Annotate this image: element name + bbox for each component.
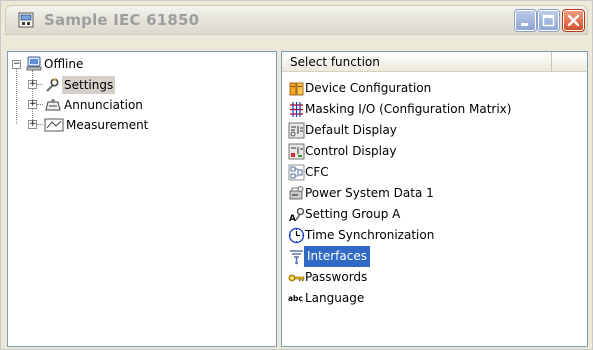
power-system-icon <box>288 185 305 202</box>
expand-toggle[interactable]: + <box>28 100 37 109</box>
expand-toggle[interactable]: + <box>28 80 37 89</box>
navigation-tree[interactable]: − Offline + Settings + Annunciation + Me… <box>7 51 277 347</box>
column-header-select-function[interactable]: Select function <box>282 52 552 72</box>
tree-item-label: Measurement <box>66 118 149 132</box>
close-icon <box>567 14 580 27</box>
setting-group-icon: A <box>288 206 305 224</box>
list-item-masking-io[interactable]: Masking I/O (Configuration Matrix) <box>282 99 582 120</box>
app-icon[interactable] <box>18 12 34 28</box>
list-item-label: Power System Data 1 <box>305 186 434 200</box>
tree-item-annunciation[interactable]: + Annunciation <box>28 96 268 114</box>
computer-icon <box>26 56 42 72</box>
tree-item-label: Offline <box>44 57 84 71</box>
minimize-button[interactable] <box>514 9 537 32</box>
list-item-language[interactable]: abc Language <box>282 288 582 309</box>
list-item-power-system-data-1[interactable]: Power System Data 1 <box>282 183 582 204</box>
list-item-label: Setting Group A <box>305 207 401 221</box>
function-list[interactable]: Select function Device Configuration Mas… <box>281 51 588 347</box>
interfaces-icon <box>288 248 305 265</box>
control-display-icon <box>288 143 305 160</box>
tree-item-label: Annunciation <box>64 98 143 112</box>
measurement-icon <box>44 117 64 133</box>
app-window: Sample IEC 61850 − Offline + Settings + … <box>0 0 593 350</box>
svg-text:A: A <box>289 214 296 223</box>
clock-icon <box>288 227 305 244</box>
expand-toggle[interactable]: + <box>28 120 37 129</box>
list-item-label: Interfaces <box>304 246 370 267</box>
collapse-toggle[interactable]: − <box>12 60 21 69</box>
tree-connector <box>16 66 17 124</box>
title-bar[interactable]: Sample IEC 61850 <box>5 5 588 35</box>
matrix-icon <box>288 101 305 118</box>
default-display-icon <box>288 122 305 139</box>
language-icon: abc <box>288 290 305 307</box>
list-item-label: Default Display <box>305 123 397 137</box>
minimize-icon <box>521 23 528 26</box>
list-item-label: CFC <box>305 165 329 179</box>
list-item-label: Control Display <box>305 144 397 158</box>
annunciation-icon <box>44 97 62 113</box>
list-item-interfaces[interactable]: Interfaces <box>282 246 582 267</box>
list-item-device-configuration[interactable]: Device Configuration <box>282 78 582 99</box>
list-item-label: Device Configuration <box>305 81 432 95</box>
list-item-time-synchronization[interactable]: Time Synchronization <box>282 225 582 246</box>
tree-item-label: Settings <box>62 76 116 94</box>
list-item-passwords[interactable]: Passwords <box>282 267 582 288</box>
settings-icon <box>44 77 60 93</box>
list-item-label: Time Synchronization <box>305 228 435 242</box>
list-item-setting-group-a[interactable]: A Setting Group A <box>282 204 582 225</box>
list-item-control-display[interactable]: Control Display <box>282 141 582 162</box>
maximize-button[interactable] <box>537 9 560 32</box>
device-configuration-icon <box>288 80 305 97</box>
tree-item-measurement[interactable]: + Measurement <box>28 116 268 134</box>
tree-item-offline[interactable]: − Offline <box>12 55 272 73</box>
window-title: Sample IEC 61850 <box>44 11 200 29</box>
list-item-label: Passwords <box>305 270 368 284</box>
close-button[interactable] <box>562 9 585 32</box>
key-icon <box>288 269 305 286</box>
list-item-cfc[interactable]: CFC <box>282 162 582 183</box>
column-header-filler <box>552 52 587 72</box>
tree-item-settings[interactable]: + Settings <box>28 76 268 94</box>
list-item-label: Masking I/O (Configuration Matrix) <box>305 102 512 116</box>
list-item-default-display[interactable]: Default Display <box>282 120 582 141</box>
list-item-label: Language <box>305 291 365 305</box>
maximize-icon <box>542 14 555 27</box>
cfc-icon <box>288 164 305 181</box>
